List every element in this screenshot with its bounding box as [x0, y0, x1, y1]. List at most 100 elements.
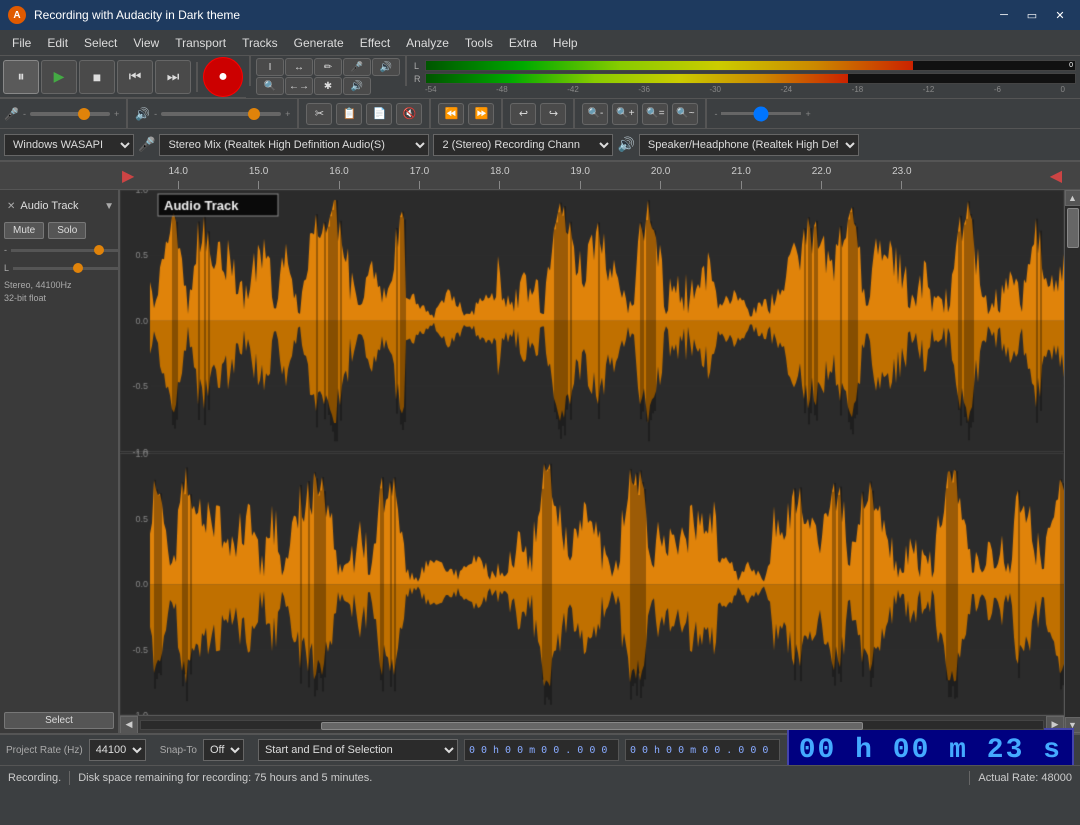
status-divider [69, 771, 70, 785]
content-area: ✕ Audio Track ▼ Mute Solo - + L R Stereo… [0, 190, 1080, 733]
paste-button[interactable]: 📄 [366, 103, 392, 125]
ruler-mark: 21.0 [701, 166, 781, 189]
skip-fwd-small[interactable]: ⏩ [468, 103, 494, 125]
skip-back-small[interactable]: ⏪ [438, 103, 464, 125]
menu-effect[interactable]: Effect [352, 32, 398, 54]
h-scroll-track[interactable] [140, 720, 1044, 730]
tool-multi[interactable]: ✱ [314, 77, 342, 95]
zoom-fit-button[interactable]: 🔍= [642, 103, 668, 125]
window-controls: ─ ▭ ✕ [992, 6, 1072, 24]
minimize-button[interactable]: ─ [992, 6, 1016, 24]
transport-toolbar: ⏸ ▶ ■ ⏮ ⏭ ● [0, 56, 246, 98]
tool-volume[interactable]: 🔊 [343, 77, 371, 95]
selection-mode-select[interactable]: Start and End of Selection [258, 739, 458, 761]
v-scroll-thumb[interactable] [1067, 208, 1079, 248]
project-rate-label: Project Rate (Hz) [6, 745, 83, 756]
menu-tracks[interactable]: Tracks [234, 32, 286, 54]
waveform-canvas[interactable] [120, 190, 1064, 715]
output-gain-slider[interactable] [161, 112, 281, 116]
mute-button[interactable]: Mute [4, 222, 44, 239]
pause-button[interactable]: ⏸ [3, 60, 39, 94]
skip-back-button[interactable]: ⏮ [117, 60, 153, 94]
end-time-input[interactable] [625, 739, 780, 761]
record-button[interactable]: ● [203, 57, 243, 97]
tool-mic[interactable]: 🎤 [343, 58, 371, 76]
title-bar: A Recording with Audacity in Dark theme … [0, 0, 1080, 30]
sep2 [297, 99, 299, 129]
undo-button[interactable]: ↩ [510, 103, 536, 125]
track-select-button[interactable]: Select [4, 712, 114, 729]
sep5 [573, 99, 575, 129]
input-device-select[interactable]: Stereo Mix (Realtek High Definition Audi… [159, 134, 429, 156]
track-gain-control: - + [0, 241, 118, 259]
h-scroll-thumb[interactable] [321, 722, 862, 730]
channels-select[interactable]: 2 (Stereo) Recording Chann [433, 134, 613, 156]
zoom-slider[interactable] [721, 112, 801, 115]
close-button[interactable]: ✕ [1048, 6, 1072, 24]
mic-device-icon: 🎤 [138, 136, 155, 153]
menu-generate[interactable]: Generate [286, 32, 352, 54]
status-bar: Recording. Disk space remaining for reco… [0, 765, 1080, 789]
menu-view[interactable]: View [125, 32, 167, 54]
menu-help[interactable]: Help [545, 32, 586, 54]
play-button[interactable]: ▶ [41, 60, 77, 94]
zoom-out-button[interactable]: 🔍- [582, 103, 608, 125]
sep [126, 99, 128, 129]
menu-analyze[interactable]: Analyze [398, 32, 457, 54]
menu-extra[interactable]: Extra [501, 32, 545, 54]
solo-button[interactable]: Solo [48, 222, 86, 239]
output-max: + [285, 109, 290, 119]
scroll-up-button[interactable]: ▲ [1065, 190, 1080, 206]
device-toolbar: Windows WASAPI 🎤 Stereo Mix (Realtek Hig… [0, 129, 1080, 161]
menu-select[interactable]: Select [76, 32, 125, 54]
stop-button[interactable]: ■ [79, 60, 115, 94]
tool-envelope[interactable]: ↔ [285, 58, 313, 76]
project-rate-select[interactable]: 44100 [89, 739, 146, 761]
track-header: ✕ Audio Track ▼ [0, 190, 118, 220]
ruler-left-arrow[interactable]: ▶ [122, 166, 134, 186]
zoom-out-label: - [714, 109, 717, 119]
zoom-in-button[interactable]: 🔍+ [612, 103, 638, 125]
track-info: Stereo, 44100Hz 32-bit float [0, 277, 118, 306]
menu-edit[interactable]: Edit [39, 32, 76, 54]
tool-pan[interactable]: ←→ [285, 77, 313, 95]
actual-rate-status: Actual Rate: 48000 [978, 772, 1072, 784]
zoom-sel-button[interactable]: 🔍~ [672, 103, 698, 125]
skip-forward-button[interactable]: ⏭ [155, 60, 191, 94]
track-close-button[interactable]: ✕ [4, 200, 18, 213]
tool-speaker[interactable]: 🔊 [372, 58, 400, 76]
tool-zoom[interactable]: 🔍 [256, 77, 284, 95]
snap-to-select[interactable]: Off [203, 739, 244, 761]
cut-button[interactable]: ✂ [306, 103, 332, 125]
api-select[interactable]: Windows WASAPI [4, 134, 134, 156]
toolbar-area: ⏸ ▶ ■ ⏮ ⏭ ● I ↔ ✏ 🎤 🔊 🔍 [0, 56, 1080, 162]
track-pan-control: L R [0, 259, 118, 277]
v-scroll-track[interactable] [1065, 206, 1080, 717]
silence-button[interactable]: 🔇 [396, 103, 422, 125]
input-gain-slider[interactable] [30, 112, 110, 116]
ruler-right-arrow[interactable]: ◀ [1050, 166, 1062, 186]
copy-button[interactable]: 📋 [336, 103, 362, 125]
output-device-select[interactable]: Speaker/Headphone (Realtek High Definiti… [639, 134, 859, 156]
ruler-mark: 17.0 [379, 166, 459, 189]
tool-draw[interactable]: ✏ [314, 58, 342, 76]
track-name: Audio Track [20, 200, 102, 212]
menu-file[interactable]: File [4, 32, 39, 54]
track-menu-button[interactable]: ▼ [104, 201, 114, 212]
menu-tools[interactable]: Tools [457, 32, 501, 54]
app-container: A Recording with Audacity in Dark theme … [0, 0, 1080, 825]
ruler-mark: 15.0 [218, 166, 298, 189]
timeline-ruler: ▶ ◀ 14.0 15.0 16.0 17.0 18.0 19.0 20.0 2… [0, 162, 1080, 190]
snap-to-label: Snap-To [160, 745, 197, 756]
redo-button[interactable]: ↪ [540, 103, 566, 125]
disk-space-status: Disk space remaining for recording: 75 h… [78, 772, 961, 784]
ruler-mark: 16.0 [299, 166, 379, 189]
scroll-left-button[interactable]: ◀ [120, 716, 138, 734]
start-time-input[interactable] [464, 739, 619, 761]
gain-min: - [23, 109, 26, 119]
maximize-button[interactable]: ▭ [1020, 6, 1044, 24]
mic-icon: 🎤 [4, 107, 19, 121]
sep4 [501, 99, 503, 129]
menu-transport[interactable]: Transport [167, 32, 234, 54]
tool-select[interactable]: I [256, 58, 284, 76]
